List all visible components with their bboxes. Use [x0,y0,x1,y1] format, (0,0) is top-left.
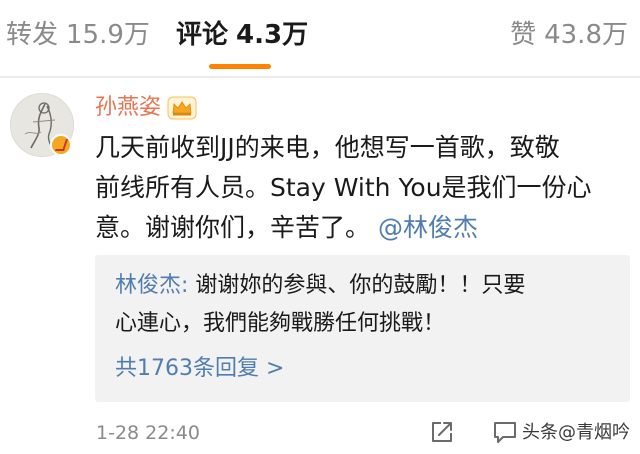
tab-comments-label: 评论 [176,20,229,50]
tab-likes[interactable]: 赞 43.8万 [510,18,628,52]
mention-link[interactable]: @林俊杰 [378,213,478,242]
tab-comments-count: 4.3万 [236,20,309,50]
reply-line-2: 心連心，我們能夠戰勝任何挑戰！ [115,311,446,336]
comment-footer: 1-28 22:40 头条@青烟吟 [0,412,640,454]
comment-line-3: 意。谢谢你们，辛苦了。 @林俊杰 [95,208,635,248]
tab-repost[interactable]: 转发 15.9万 [6,18,150,52]
comment-line-1: 几天前收到JJ的来电，他想写一首歌，致敬 [95,133,560,162]
reply-author[interactable]: 林俊杰: [115,273,188,298]
comment-author[interactable]: 孙燕姿 [95,93,161,123]
tab-likes-count: 43.8万 [544,20,628,50]
comment-header: 孙燕姿 [95,93,197,123]
watermark: 头条@青烟吟 [522,422,630,443]
tab-divider [0,76,640,78]
tab-comments[interactable]: 评论 4.3万 [176,18,308,52]
comment-tabs: 转发 15.9万 评论 4.3万 赞 43.8万 [0,0,640,78]
verified-v-icon [50,134,72,156]
view-replies-link[interactable]: 共1763条回复 > [115,350,284,388]
tab-repost-count: 15.9万 [66,20,150,50]
reply-line-1: 林俊杰: 谢谢妳的参與、你的鼓勵！！只要 [115,267,525,305]
comment-timestamp: 1-28 22:40 [96,422,200,444]
share-icon[interactable] [428,418,456,446]
comment-line-3-text: 意。谢谢你们，辛苦了。 [95,213,371,242]
comment-line-2: 前线所有人员。Stay With You是我们一份心 [95,173,592,202]
crown-icon [167,96,197,120]
tab-likes-label: 赞 [510,20,537,50]
comment-icon[interactable] [492,419,518,445]
active-tab-indicator [209,64,271,69]
tab-repost-label: 转发 [6,20,59,50]
reply-box[interactable]: 林俊杰: 谢谢妳的参與、你的鼓勵！！只要 心連心，我們能夠戰勝任何挑戰！ 共17… [95,255,630,402]
comment-text: 几天前收到JJ的来电，他想写一首歌，致敬 前线所有人员。Stay With Yo… [95,128,635,248]
reply-line-1-text: 谢谢妳的参與、你的鼓勵！！只要 [195,273,526,298]
reply-text: 林俊杰: 谢谢妳的参與、你的鼓勵！！只要 心連心，我們能夠戰勝任何挑戰！ [115,267,525,343]
